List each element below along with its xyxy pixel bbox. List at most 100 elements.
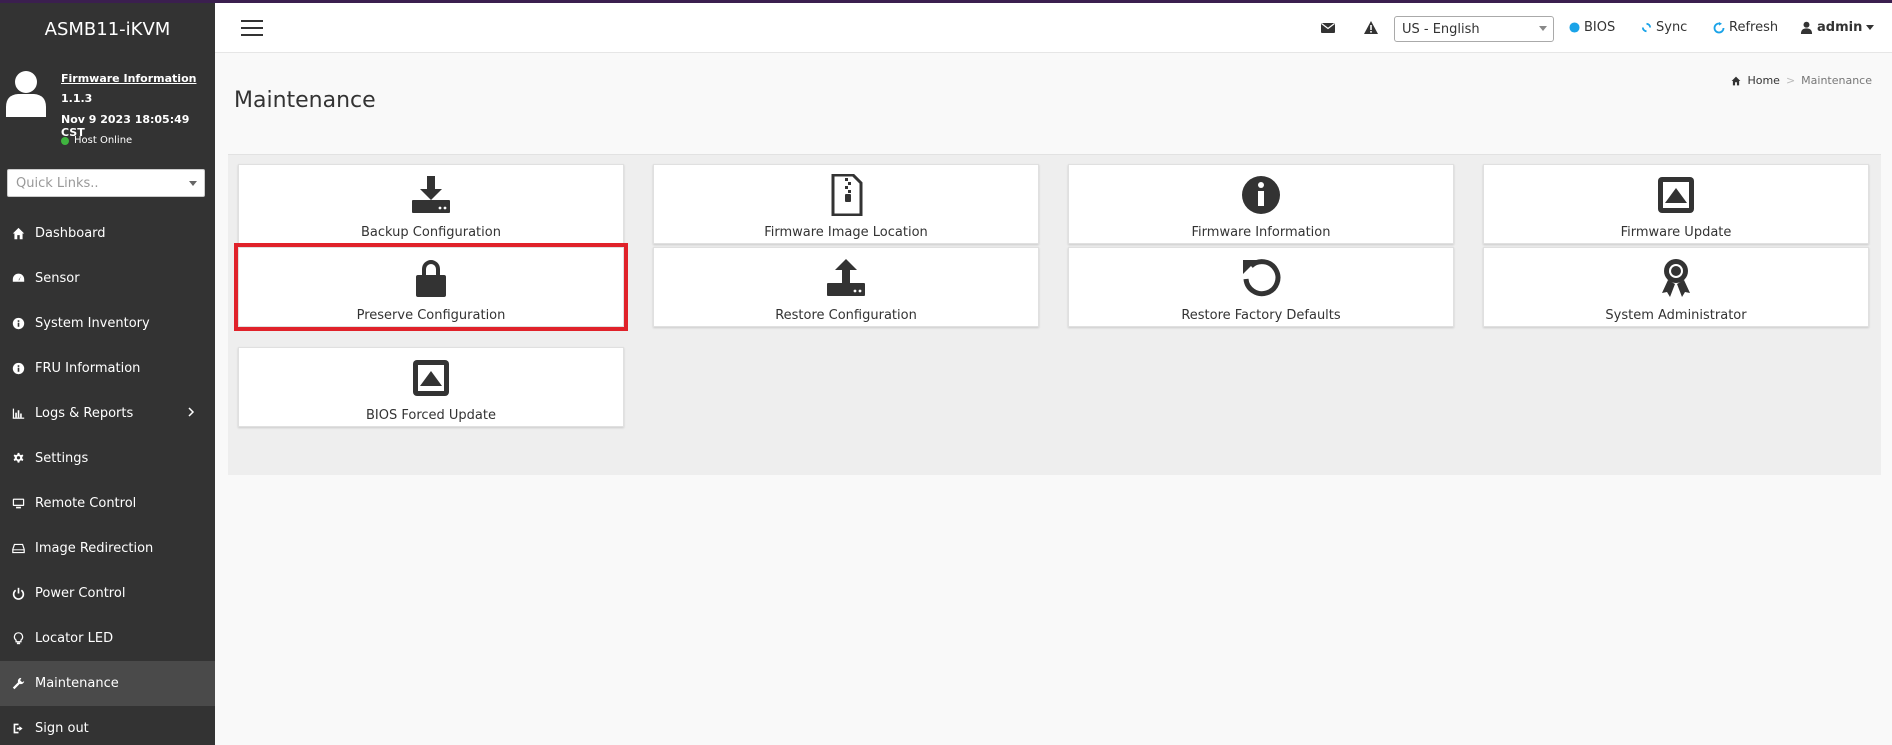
envelope-icon[interactable] — [1320, 20, 1336, 36]
breadcrumb-home[interactable]: Home — [1747, 74, 1779, 87]
sidebar-item-label: Dashboard — [35, 226, 106, 241]
upload-icon — [824, 256, 868, 300]
sidebar-item-label: Settings — [35, 451, 89, 466]
breadcrumb: Home > Maintenance — [1731, 74, 1872, 87]
tile-label: Restore Factory Defaults — [1181, 308, 1341, 323]
chevron-right-icon — [188, 407, 195, 417]
tile-label: System Administrator — [1605, 308, 1747, 323]
tile-label: Backup Configuration — [361, 225, 501, 240]
sync-label: Sync — [1656, 20, 1688, 35]
sidebar-item-sensor[interactable]: Sensor — [0, 256, 215, 301]
tile-label: Firmware Update — [1620, 225, 1732, 240]
menu-toggle-icon[interactable] — [241, 20, 263, 37]
sync-button[interactable]: Sync — [1641, 20, 1687, 35]
tile-label: BIOS Forced Update — [365, 408, 496, 423]
top-header: US - English BIOS Sync Refresh admin — [215, 3, 1892, 53]
sync-icon — [1641, 22, 1652, 33]
user-label: admin — [1817, 20, 1863, 35]
quick-links-placeholder: Quick Links.. — [16, 176, 99, 191]
sidebar-item-label: Sensor — [35, 271, 80, 286]
breadcrumb-separator: > — [1785, 74, 1796, 87]
tile-firmware-image-location[interactable]: Firmware Image Location — [653, 164, 1039, 244]
monitor-icon — [11, 497, 25, 511]
firmware-info-link[interactable]: Firmware Information — [61, 72, 196, 85]
drive-icon — [11, 542, 25, 556]
tile-firmware-update[interactable]: Firmware Update — [1483, 164, 1869, 244]
lightbulb-icon — [11, 632, 25, 646]
sidebar-item-sign-out[interactable]: Sign out — [0, 706, 215, 745]
sidebar-item-label: FRU Information — [35, 361, 141, 376]
sign-out-icon — [11, 722, 25, 736]
tile-preserve-configuration[interactable]: Preserve Configuration — [234, 243, 628, 331]
eject-square-icon — [1654, 173, 1698, 217]
lock-icon — [409, 256, 453, 300]
gauge-icon — [11, 272, 25, 286]
bios-status-icon — [1569, 22, 1580, 33]
sidebar-item-label: Power Control — [35, 586, 126, 601]
breadcrumb-current: Maintenance — [1801, 74, 1872, 87]
tile-bios-forced-update[interactable]: BIOS Forced Update — [238, 347, 624, 427]
quick-links-select[interactable]: Quick Links.. — [7, 169, 205, 197]
tile-backup-configuration[interactable]: Backup Configuration — [238, 164, 624, 244]
home-icon — [1732, 76, 1741, 85]
tile-label: Firmware Information — [1191, 225, 1331, 240]
info-circle-icon — [1239, 173, 1283, 217]
download-icon — [409, 173, 453, 217]
language-select-value: US - English — [1402, 22, 1480, 37]
undo-icon — [1239, 256, 1283, 300]
sidebar-item-image-redirection[interactable]: Image Redirection — [0, 526, 215, 571]
language-select[interactable]: US - English — [1394, 16, 1554, 42]
host-status-label: Host Online — [74, 135, 133, 146]
sidebar-item-label: Locator LED — [35, 631, 114, 646]
host-status-dot-icon — [61, 136, 69, 145]
bios-label: BIOS — [1584, 20, 1616, 35]
sidebar-item-power-control[interactable]: Power Control — [0, 571, 215, 616]
wrench-icon — [11, 677, 25, 691]
info-circle-icon — [11, 317, 25, 331]
user-panel: Firmware Information 1.1.3 Nov 9 2023 18… — [0, 55, 215, 165]
user-menu[interactable]: admin — [1800, 20, 1875, 35]
sidebar-item-system-inventory[interactable]: System Inventory — [0, 301, 215, 346]
main-content: Maintenance Home > Maintenance Backup Co… — [215, 53, 1892, 745]
sidebar-item-dashboard[interactable]: Dashboard — [0, 211, 215, 256]
sidebar-item-label: Image Redirection — [35, 541, 154, 556]
caret-down-icon — [1866, 24, 1875, 30]
tile-firmware-information[interactable]: Firmware Information — [1068, 164, 1454, 244]
refresh-icon — [1713, 21, 1725, 33]
sidebar-item-remote-control[interactable]: Remote Control — [0, 481, 215, 526]
tile-label: Firmware Image Location — [764, 225, 928, 240]
info-circle-icon — [11, 362, 25, 376]
firmware-version: 1.1.3 — [61, 92, 93, 105]
sidebar-item-label: Logs & Reports — [35, 406, 134, 421]
caret-down-icon — [189, 181, 197, 186]
tile-label: Restore Configuration — [775, 308, 917, 323]
sidebar-item-label: Maintenance — [35, 676, 119, 691]
tile-system-administrator[interactable]: System Administrator — [1483, 247, 1869, 327]
sidebar-item-settings[interactable]: Settings — [0, 436, 215, 481]
sidebar-item-label: System Inventory — [35, 316, 150, 331]
power-icon — [11, 587, 25, 601]
sidebar-nav: Dashboard Sensor System Inventory FRU In… — [0, 211, 215, 745]
bar-chart-icon — [11, 407, 25, 421]
page-title: Maintenance — [234, 88, 376, 113]
gear-icon — [11, 452, 25, 466]
bios-button[interactable]: BIOS — [1569, 20, 1615, 35]
sidebar: ASMB11-iKVM Firmware Information 1.1.3 N… — [0, 3, 215, 745]
home-icon — [11, 227, 25, 241]
award-icon — [1654, 256, 1698, 300]
refresh-button[interactable]: Refresh — [1713, 20, 1778, 35]
tile-label: Preserve Configuration — [356, 308, 506, 323]
maintenance-tiles-panel: Backup Configuration Firmware Image Loca… — [228, 154, 1881, 475]
user-icon — [1800, 21, 1813, 34]
sidebar-item-fru-information[interactable]: FRU Information — [0, 346, 215, 391]
brand-title: ASMB11-iKVM — [44, 18, 171, 40]
tile-restore-factory-defaults[interactable]: Restore Factory Defaults — [1068, 247, 1454, 327]
warning-icon[interactable] — [1363, 20, 1379, 36]
user-avatar-icon — [6, 71, 46, 117]
tile-restore-configuration[interactable]: Restore Configuration — [653, 247, 1039, 327]
sidebar-item-logs-reports[interactable]: Logs & Reports — [0, 391, 215, 436]
sidebar-item-maintenance[interactable]: Maintenance — [0, 661, 215, 706]
sidebar-item-locator-led[interactable]: Locator LED — [0, 616, 215, 661]
file-zip-icon — [824, 173, 868, 217]
eject-square-icon — [409, 356, 453, 400]
